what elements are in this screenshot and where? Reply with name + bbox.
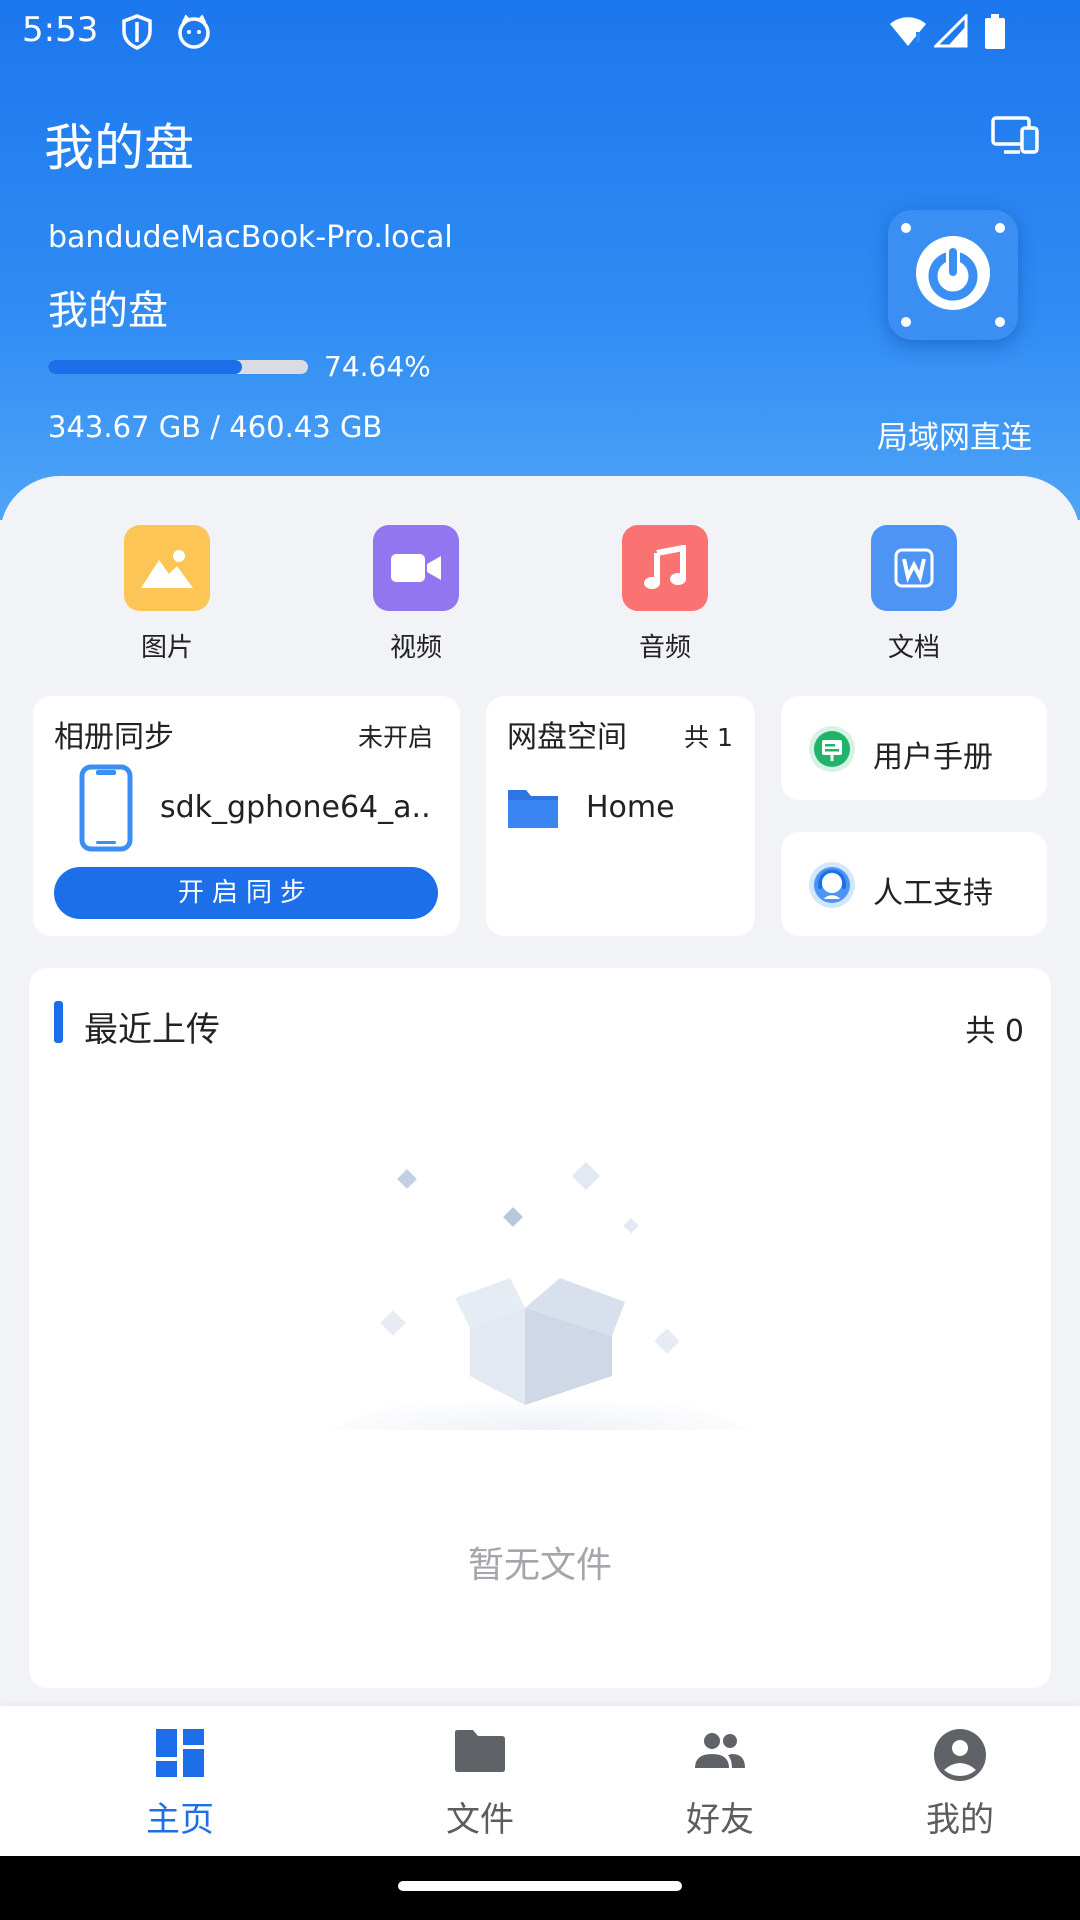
wifi-icon [888, 14, 928, 52]
empty-state-text: 暂无文件 [467, 1545, 612, 1586]
bottom-navigation: 主页 文件 好友 我的 [0, 1706, 1080, 1856]
storage-progress-bar [48, 360, 308, 374]
nav-friends[interactable]: 好友 [600, 1706, 840, 1856]
phone-icon [78, 764, 134, 856]
recent-uploads-title: 最近上传 [84, 1010, 220, 1050]
section-accent-bar [54, 1001, 63, 1043]
shield-icon [120, 14, 154, 54]
human-support-label: 人工支持 [873, 876, 993, 911]
enable-sync-button[interactable]: 开启同步 [54, 867, 438, 919]
page-title: 我的盘 [44, 119, 194, 177]
empty-box-illustration [320, 1150, 760, 1444]
dashboard-icon [156, 1729, 204, 1777]
music-note-icon [622, 525, 708, 611]
status-time: 5:53 [22, 10, 99, 50]
battery-icon [984, 14, 1006, 54]
storage-progress-fill [48, 360, 243, 374]
cloud-space-count: 共 1 [684, 723, 733, 752]
nav-files[interactable]: 文件 [360, 1706, 600, 1856]
category-label: 图片 [140, 633, 193, 663]
host-name: bandudeMacBook-Pro.local [48, 220, 453, 255]
power-icon [901, 223, 1005, 327]
nav-label: 主页 [146, 1800, 214, 1840]
device-name: sdk_gphone64_a... [160, 790, 430, 825]
album-sync-status: 未开启 [358, 723, 434, 752]
nav-label: 我的 [926, 1800, 994, 1840]
word-document-icon [871, 525, 957, 611]
category-label: 文档 [887, 633, 940, 663]
cellular-signal-icon [932, 12, 968, 52]
devices-icon[interactable] [990, 114, 1040, 158]
category-label: 音频 [638, 633, 691, 663]
recent-uploads-count: 共 0 [965, 1014, 1024, 1049]
folder-name[interactable]: Home [586, 790, 675, 825]
storage-capacity: 343.67 GB / 460.43 GB [48, 410, 383, 444]
profile-icon [934, 1729, 986, 1781]
image-icon [124, 525, 210, 611]
customer-support-icon [808, 861, 856, 913]
status-bar: 5:53 [0, 0, 1080, 64]
cat-app-icon [176, 14, 212, 54]
album-sync-title: 相册同步 [54, 720, 174, 755]
video-camera-icon [373, 525, 459, 611]
folder-icon [455, 1730, 505, 1772]
home-gesture-handle[interactable] [398, 1881, 682, 1891]
power-button[interactable] [888, 210, 1018, 340]
user-manual-icon [808, 725, 856, 777]
friends-icon [695, 1733, 745, 1768]
folder-icon [506, 786, 560, 834]
connection-mode-label[interactable]: 局域网直连 [877, 412, 1032, 457]
cloud-space-title: 网盘空间 [507, 720, 627, 755]
category-documents[interactable]: 文档 [814, 525, 1014, 664]
user-manual-label: 用户手册 [873, 740, 993, 775]
nav-home[interactable]: 主页 [60, 1706, 300, 1856]
nav-profile[interactable]: 我的 [840, 1706, 1080, 1856]
category-audio[interactable]: 音频 [565, 525, 765, 664]
nav-label: 好友 [686, 1800, 754, 1840]
storage-percent: 74.64% [324, 350, 431, 383]
disk-name: 我的盘 [48, 288, 168, 334]
category-label: 视频 [389, 633, 442, 663]
nav-label: 文件 [446, 1800, 514, 1840]
category-videos[interactable]: 视频 [316, 525, 516, 664]
category-images[interactable]: 图片 [67, 525, 267, 664]
